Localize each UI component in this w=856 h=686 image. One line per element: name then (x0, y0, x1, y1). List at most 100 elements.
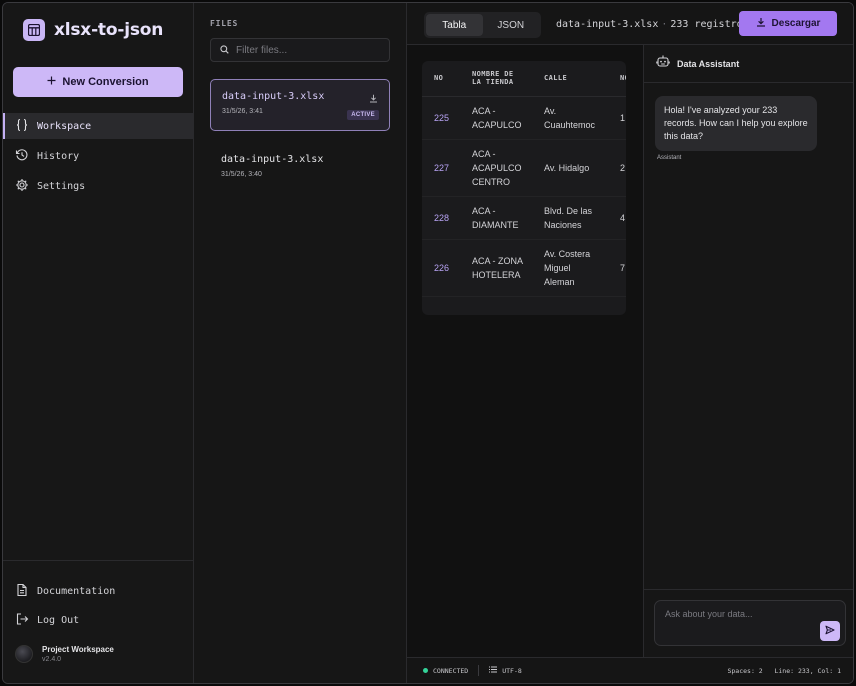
file-name: data-input-3.xlsx (222, 91, 325, 102)
table-row[interactable]: 225 ACA - ACAPULCO Av. Cuauhtemoc 1 (422, 96, 626, 140)
table-cell: 1 (608, 96, 626, 140)
assistant-message: Hola! I've analyzed your 233 records. Ho… (655, 96, 817, 151)
nav-label: History (37, 150, 80, 162)
nav-label: Log Out (37, 614, 80, 626)
chat-input[interactable] (665, 609, 815, 629)
workspace-name: Project Workspace (42, 645, 114, 654)
file-date: 31/5/26, 3:40 (221, 171, 262, 178)
status-badge: ACTIVE (347, 110, 379, 120)
nav-item-logout[interactable]: Log Out (3, 607, 193, 633)
message-sender: Assistant (657, 155, 682, 161)
assistant-panel: Data Assistant Hola! I've analyzed your … (643, 45, 853, 657)
table-cell: 225 (422, 96, 460, 140)
sidebar-divider (3, 560, 193, 561)
send-icon (825, 622, 835, 640)
file-item[interactable]: data-input-3.xlsx 31/5/26, 3:40 (210, 143, 390, 195)
assistant-header: Data Assistant (644, 45, 853, 83)
connection-dot (423, 668, 428, 673)
column-header[interactable]: CALLE (532, 61, 608, 97)
table-cell: 227 (422, 139, 460, 197)
app-window: xlsx-to-json New Conversion Workspace Hi… (2, 2, 854, 684)
main-area: Tabla JSON data-input-3.xlsx · 233 registr… (407, 3, 853, 683)
nav-item-history[interactable]: History (3, 143, 193, 169)
tab-json[interactable]: JSON (483, 14, 540, 36)
sidebar: xlsx-to-json New Conversion Workspace Hi… (3, 3, 194, 683)
table-cell: ACA - DIAMANTE (460, 196, 532, 240)
table-cell: 4 (608, 196, 626, 240)
plus-icon (47, 76, 56, 88)
assistant-title: Data Assistant (677, 58, 740, 69)
history-icon (15, 148, 29, 165)
nav-item-documentation[interactable]: Documentation (3, 578, 193, 604)
breadcrumb: data-input-3.xlsx · 233 registros (556, 19, 749, 30)
table-cell: Av. Cuauhtemoc (532, 96, 608, 140)
table-cell: ACA - ZONA HOTELERA (460, 239, 532, 297)
column-header[interactable]: NO. E (608, 61, 626, 97)
logout-icon (15, 612, 29, 629)
column-header[interactable]: NO (422, 61, 460, 97)
robot-icon (656, 54, 670, 73)
encoding: UTF-8 (502, 666, 522, 675)
footer-nav: Documentation Log Out (3, 578, 193, 636)
assistant-divider (644, 589, 853, 590)
table-cell: Av. Hidalgo (532, 139, 608, 197)
document-icon (15, 583, 29, 600)
gear-icon (15, 178, 29, 195)
table-row[interactable]: 227 ACA - ACAPULCO CENTRO Av. Hidalgo 2 (422, 139, 626, 197)
table-cell: ACA - ACAPULCO (460, 96, 532, 140)
status-bar: CONNECTED UTF-8 Spaces: 2 Line: 233, Col… (407, 657, 853, 683)
chat-input-box (654, 600, 846, 646)
current-filename: data-input-3.xlsx (556, 19, 659, 30)
table-cell: 2 (608, 139, 626, 197)
workspace-switcher[interactable]: Project Workspace v2.4.0 (15, 645, 114, 663)
table-cell: ACA - ACAPULCO CENTRO (460, 139, 532, 197)
new-conversion-label: New Conversion (62, 76, 149, 88)
nav-item-workspace[interactable]: Workspace (3, 113, 193, 139)
download-button[interactable]: Descargar (739, 11, 837, 36)
cursor-info: Spaces: 2 Line: 233, Col: 1 (727, 667, 841, 675)
table-icon (23, 19, 45, 41)
list-icon (489, 666, 498, 675)
connection-status: CONNECTED (433, 666, 469, 675)
search-icon (220, 41, 229, 59)
files-panel: FILES data-input-3.xlsx 31/5/26, 3:41 AC… (194, 3, 407, 683)
download-icon (756, 17, 766, 30)
file-item[interactable]: data-input-3.xlsx 31/5/26, 3:41 ACTIVE (210, 79, 390, 131)
table-cell: 228 (422, 196, 460, 240)
download-label: Descargar (771, 18, 821, 29)
data-table: NO NOMBRE DE LA TIENDA CALLE NO. E 225 A… (422, 61, 626, 315)
table-cell: Blvd. De las Naciones (532, 196, 608, 240)
table-header-row: NO NOMBRE DE LA TIENDA CALLE NO. E (422, 61, 626, 97)
column-header[interactable]: NOMBRE DE LA TIENDA (460, 61, 532, 97)
record-count: 233 registros (670, 19, 749, 30)
table-cell: Av. Costera Miguel Aleman (532, 239, 608, 297)
main-nav: Workspace History Settings (3, 113, 193, 203)
table-row[interactable]: 228 ACA - DIAMANTE Blvd. De las Naciones… (422, 196, 626, 240)
send-button[interactable] (820, 621, 840, 641)
filter-input[interactable] (236, 44, 376, 56)
filter-box (210, 38, 390, 62)
nav-label: Documentation (37, 585, 116, 597)
brand: xlsx-to-json (23, 19, 163, 41)
toolbar: Tabla JSON data-input-3.xlsx · 233 registr… (407, 3, 853, 45)
workspace-version: v2.4.0 (42, 656, 62, 663)
status-separator (478, 665, 480, 676)
table-cell: 7 (608, 239, 626, 297)
file-name: data-input-3.xlsx (221, 154, 324, 165)
avatar (15, 645, 33, 663)
nav-label: Settings (37, 180, 86, 192)
tab-table[interactable]: Tabla (426, 14, 483, 36)
nav-item-settings[interactable]: Settings (3, 173, 193, 199)
table-row[interactable]: 226 ACA - ZONA HOTELERA Av. Costera Migu… (422, 239, 626, 297)
files-title: FILES (210, 19, 239, 28)
view-toggle: Tabla JSON (424, 12, 541, 38)
breadcrumb-separator: · (661, 19, 668, 30)
nav-label: Workspace (37, 120, 92, 132)
braces-icon (15, 118, 29, 135)
table-cell: 226 (422, 239, 460, 297)
indent-setting[interactable]: Spaces: 2 (727, 667, 762, 675)
new-conversion-button[interactable]: New Conversion (13, 67, 183, 97)
app-title: xlsx-to-json (54, 20, 164, 40)
download-icon[interactable] (369, 90, 378, 108)
cursor-position: Line: 233, Col: 1 (774, 667, 841, 675)
